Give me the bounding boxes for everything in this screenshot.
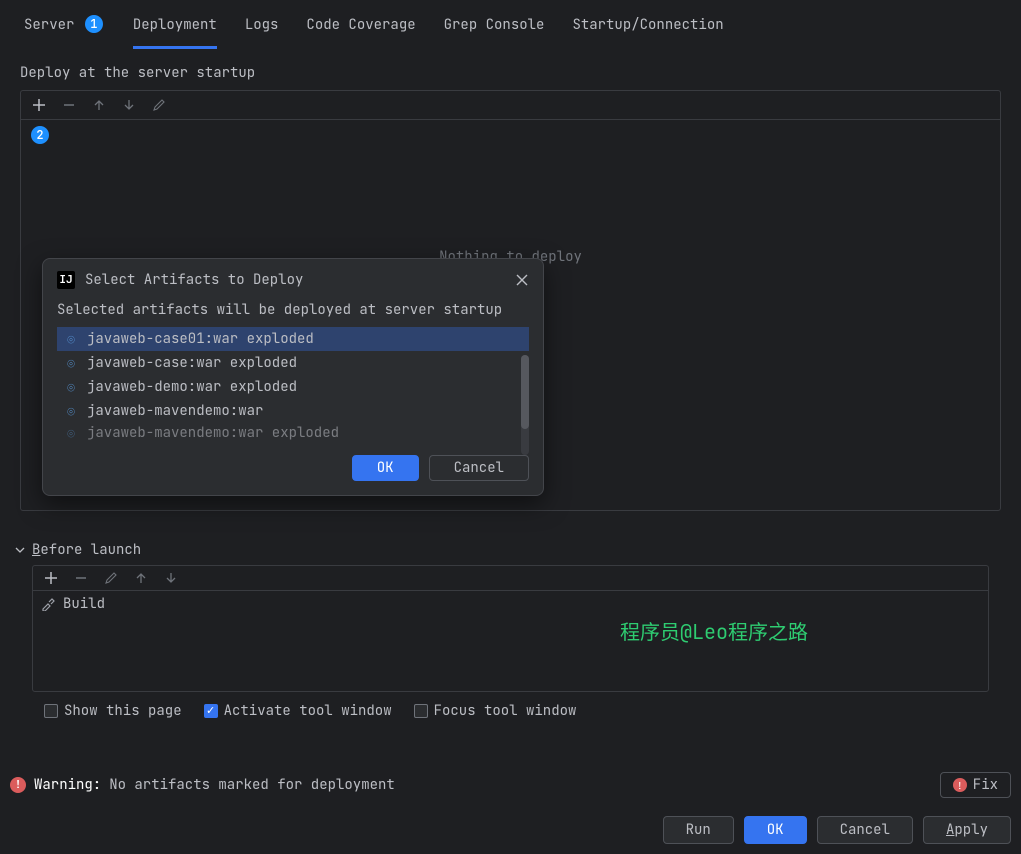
dialog-ok-button[interactable]: OK [352,455,419,481]
artifact-item[interactable]: ⌾ javaweb-mavendemo:war exploded [57,423,529,443]
dialog-cancel-button[interactable]: Cancel [429,455,529,481]
down-icon [121,97,137,113]
before-launch-panel: Build 程序员@Leo程序之路 [32,565,989,692]
before-launch-toolbar [33,566,988,591]
artifact-label: javaweb-mavendemo:war exploded [87,424,339,442]
artifact-item[interactable]: ⌾ javaweb-case:war exploded [57,351,529,375]
artifact-icon: ⌾ [63,331,79,347]
checkbox-label: Focus tool window [434,702,577,720]
artifact-item[interactable]: ⌾ javaweb-mavendemo:war [57,399,529,423]
checkbox-icon [44,704,58,718]
down-icon [163,570,179,586]
watermark-text: 程序员@Leo程序之路 [620,616,808,645]
before-launch-section: Before launch Build 程序员@Le [0,541,1021,730]
artifact-label: javaweb-mavendemo:war [87,402,263,420]
warning-message: No artifacts marked for deployment [109,776,395,794]
tab-deployment[interactable]: Deployment [133,10,217,49]
intellij-icon: IJ [57,271,75,289]
ok-button[interactable]: OK [744,816,807,844]
warning-bar: ! Warning: No artifacts marked for deplo… [0,764,1021,806]
fix-label: Fix [973,776,998,794]
artifact-item[interactable]: ⌾ javaweb-demo:war exploded [57,375,529,399]
up-icon [133,570,149,586]
close-icon[interactable] [515,273,529,287]
deploy-toolbar [21,91,1000,120]
tab-startup-connection[interactable]: Startup/Connection [572,10,723,49]
artifact-label: javaweb-demo:war exploded [87,378,297,396]
tab-code-coverage[interactable]: Code Coverage [306,10,415,49]
before-launch-title: Before launch [32,541,141,559]
tab-grep-console[interactable]: Grep Console [444,10,545,49]
add-icon[interactable] [43,570,59,586]
artifact-icon: ⌾ [63,355,79,371]
artifact-label: javaweb-case:war exploded [87,354,297,372]
artifact-icon: ⌾ [63,403,79,419]
dialog-buttons: OK Cancel [43,443,543,495]
remove-icon [73,570,89,586]
edit-icon [151,97,167,113]
artifact-label: javaweb-case01:war exploded [87,330,314,348]
dialog-titlebar: IJ Select Artifacts to Deploy [43,259,543,297]
launch-options: Show this page Activate tool window Focu… [0,692,1021,730]
edit-icon [103,570,119,586]
artifact-icon: ⌾ [63,425,79,441]
dialog-title: Select Artifacts to Deploy [85,271,303,289]
up-icon [91,97,107,113]
warning-label: Warning: [34,776,101,794]
scrollbar-thumb[interactable] [521,355,529,429]
artifact-list: ⌾ javaweb-case01:war exploded ⌾ javaweb-… [57,327,529,443]
deploy-section-title: Deploy at the server startup [0,50,1021,90]
before-launch-build-item[interactable]: Build [33,591,988,617]
add-icon[interactable] [31,97,47,113]
error-icon: ! [10,777,26,793]
apply-button[interactable]: Apply [923,816,1011,844]
hammer-icon [41,597,55,611]
bulb-icon: ! [953,778,967,792]
run-button[interactable]: Run [663,816,734,844]
checkbox-icon [414,704,428,718]
checkbox-label: Activate tool window [224,702,392,720]
build-label: Build [63,595,105,613]
focus-tool-window-checkbox[interactable]: Focus tool window [414,702,577,720]
config-tabs: Server 1 Deployment Logs Code Coverage G… [0,0,1021,50]
checkbox-label: Show this page [64,702,182,720]
bottom-button-bar: Run OK Cancel Apply [0,806,1021,854]
chevron-down-icon[interactable] [14,544,26,556]
activate-tool-window-checkbox[interactable]: Activate tool window [204,702,392,720]
fix-button[interactable]: ! Fix [940,772,1011,798]
annotation-badge-1: 1 [85,15,103,33]
artifact-icon: ⌾ [63,379,79,395]
checkbox-icon [204,704,218,718]
artifact-item[interactable]: ⌾ javaweb-case01:war exploded [57,327,529,351]
tab-server[interactable]: Server 1 [24,10,105,49]
remove-icon [61,97,77,113]
dialog-subtitle: Selected artifacts will be deployed at s… [43,297,543,327]
tab-label: Server [24,16,74,34]
select-artifacts-dialog: IJ Select Artifacts to Deploy Selected a… [42,258,544,496]
annotation-badge-2: 2 [31,126,49,144]
tab-logs[interactable]: Logs [245,10,279,49]
show-this-page-checkbox[interactable]: Show this page [44,702,182,720]
cancel-button[interactable]: Cancel [817,816,913,844]
